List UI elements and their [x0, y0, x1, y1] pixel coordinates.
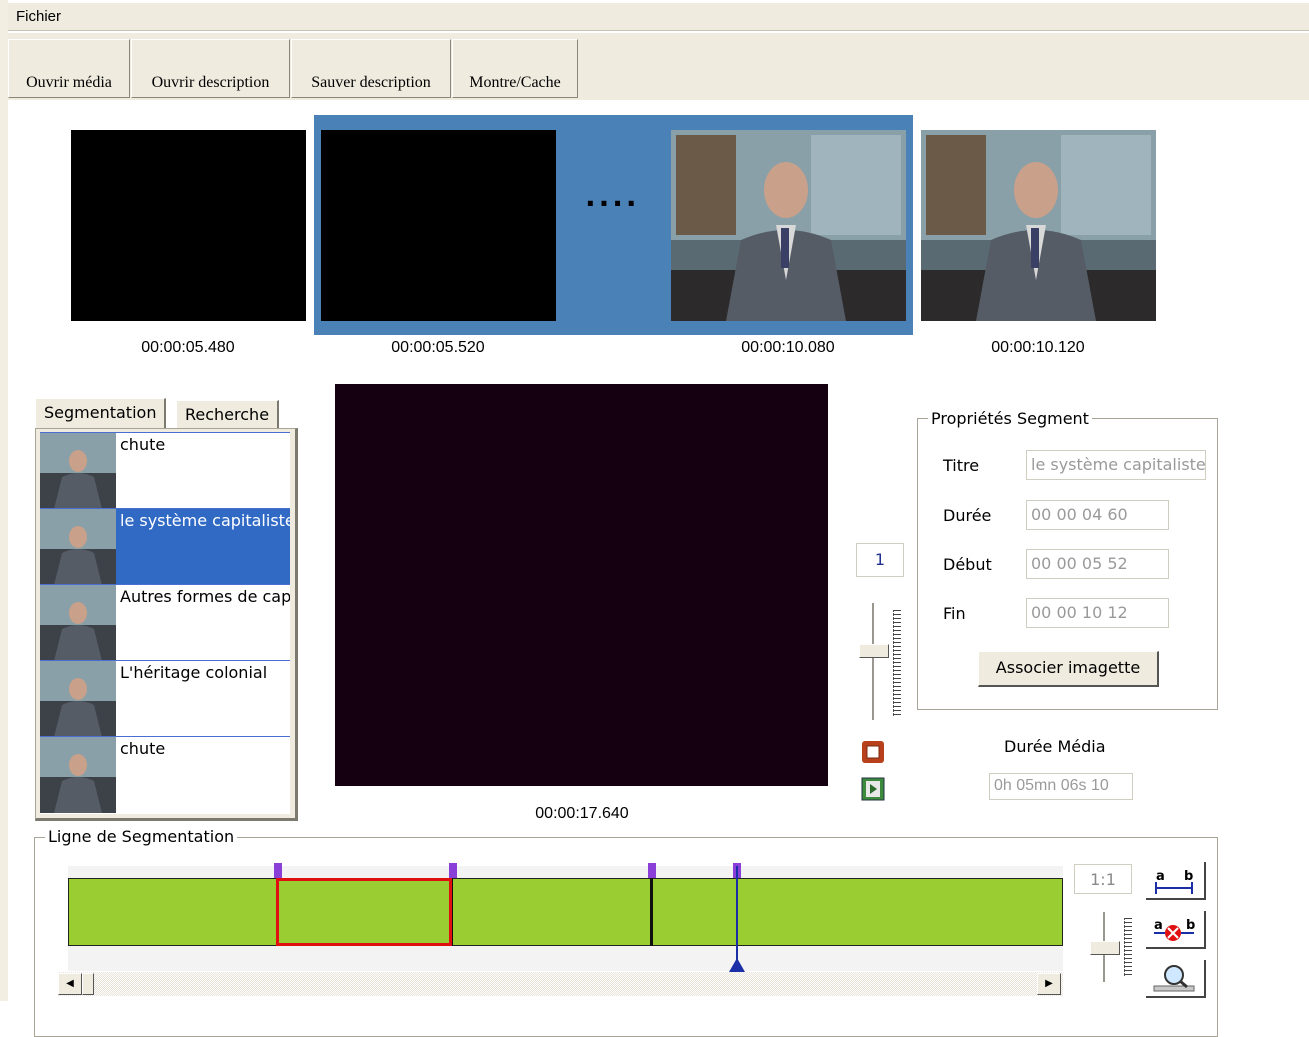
- show-hide-button[interactable]: Montre/Cache: [452, 39, 578, 98]
- segment-properties-legend: Propriétés Segment: [928, 409, 1092, 428]
- frame-timecode-2: 00:00:05.520: [391, 339, 485, 356]
- tab-search[interactable]: Recherche: [176, 400, 280, 431]
- segment-thumbnail: [40, 737, 116, 813]
- list-item[interactable]: L'héritage colonial: [40, 660, 290, 737]
- toolbar: Ouvrir média Ouvrir description Sauver d…: [8, 33, 1309, 100]
- segment-thumbnail: [40, 433, 116, 509]
- frame-timecode-4: 00:00:10.120: [991, 339, 1085, 356]
- timeline-scrollbar[interactable]: ◀ ▶: [58, 972, 1063, 996]
- zoom-ratio-field[interactable]: 1:1: [1074, 864, 1132, 894]
- list-item[interactable]: chute: [40, 736, 290, 813]
- icon-letter-a: a: [1156, 869, 1165, 884]
- scroll-left-icon[interactable]: ◀: [58, 973, 82, 995]
- end-label: Fin: [943, 604, 966, 623]
- playhead-icon[interactable]: [729, 958, 745, 972]
- stop-icon[interactable]: [861, 740, 885, 764]
- segment-label: le système capitaliste: [120, 511, 290, 530]
- media-duration-label: Durée Média: [1004, 737, 1106, 756]
- icon-letter-b: b: [1186, 918, 1195, 933]
- frame-thumbnail-2[interactable]: [321, 130, 556, 321]
- list-item[interactable]: le système capitaliste: [40, 508, 290, 585]
- scroll-thumb[interactable]: [82, 973, 94, 995]
- speed-slider-track[interactable]: [872, 603, 875, 720]
- window-edge: [0, 0, 8, 1001]
- segment-list[interactable]: chute le système capitaliste Autres form…: [40, 432, 290, 814]
- player-timecode: 00:00:17.640: [535, 805, 629, 822]
- open-media-button[interactable]: Ouvrir média: [8, 39, 130, 98]
- duration-label: Durée: [943, 506, 992, 525]
- playhead-line[interactable]: [736, 866, 738, 966]
- title-field[interactable]: le système capitaliste: [1026, 450, 1206, 480]
- speed-slider-thumb[interactable]: [859, 644, 889, 658]
- start-label: Début: [943, 555, 992, 574]
- menu-bar: Fichier: [8, 3, 1309, 31]
- boundary-marker[interactable]: [648, 863, 656, 878]
- segment-label: chute: [120, 739, 166, 758]
- zoom-magnifier-icon[interactable]: [1146, 960, 1206, 998]
- segment-thumbnail: [40, 509, 116, 585]
- segment-thumbnail: [40, 585, 116, 661]
- speed-slider-ticks: [893, 610, 901, 716]
- end-field[interactable]: 00 00 10 12: [1026, 598, 1169, 628]
- segment-properties: Propriétés Segment Titre le système capi…: [917, 409, 1218, 710]
- video-player[interactable]: [335, 384, 828, 786]
- icon-letter-b: b: [1184, 869, 1193, 884]
- segment-label: L'héritage colonial: [120, 663, 268, 682]
- associate-thumbnail-button[interactable]: Associer imagette: [978, 651, 1159, 687]
- start-field[interactable]: 00 00 05 52: [1026, 549, 1169, 579]
- scroll-right-icon[interactable]: ▶: [1037, 973, 1061, 995]
- frame-thumbnail-3[interactable]: [671, 130, 906, 321]
- zoom-slider-ticks: [1124, 918, 1132, 976]
- boundary-marker[interactable]: [449, 863, 457, 878]
- media-duration-field[interactable]: 0h 05mn 06s 10: [989, 773, 1133, 800]
- delete-ab-icon[interactable]: a b: [1146, 911, 1206, 949]
- selected-segment[interactable]: [276, 878, 452, 946]
- segment-thumbnail: [40, 661, 116, 737]
- segment-label: Autres formes de capitalisme: [120, 587, 290, 606]
- icon-letter-a: a: [1154, 918, 1163, 933]
- save-description-button[interactable]: Sauver description: [291, 39, 451, 98]
- menu-file[interactable]: Fichier: [16, 8, 61, 25]
- speed-field[interactable]: 1: [856, 543, 904, 577]
- list-item[interactable]: chute: [40, 432, 290, 509]
- segment-bar[interactable]: [68, 878, 1063, 946]
- frame-thumbnail-1[interactable]: [71, 130, 306, 321]
- boundary-marker[interactable]: [274, 863, 282, 878]
- duration-field[interactable]: 00 00 04 60: [1026, 500, 1169, 530]
- frame-timecode-3: 00:00:10.080: [741, 339, 835, 356]
- title-label: Titre: [943, 456, 980, 475]
- list-item[interactable]: Autres formes de capitalisme: [40, 584, 290, 661]
- open-description-button[interactable]: Ouvrir description: [131, 39, 290, 98]
- frame-timecode-1: 00:00:05.480: [141, 339, 235, 356]
- frame-gap-ellipsis: ....: [585, 180, 640, 213]
- zoom-slider-thumb[interactable]: [1090, 941, 1120, 955]
- frame-thumbnail-4[interactable]: [921, 130, 1156, 321]
- segmentation-line-legend: Ligne de Segmentation: [45, 827, 238, 846]
- measure-ab-icon[interactable]: a b: [1146, 862, 1206, 900]
- tab-segmentation[interactable]: Segmentation: [35, 398, 167, 429]
- segment-boundary[interactable]: [650, 878, 653, 946]
- segment-label: chute: [120, 435, 166, 454]
- play-icon[interactable]: [861, 777, 885, 801]
